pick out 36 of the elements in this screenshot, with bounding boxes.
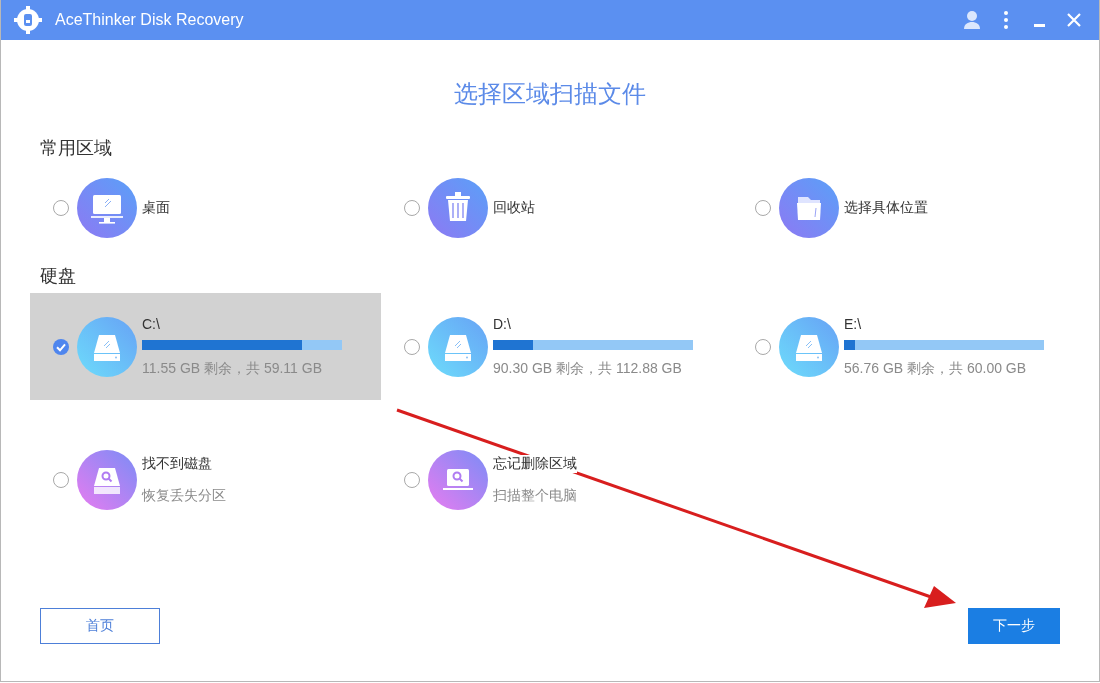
- folder-icon: [779, 178, 839, 238]
- trash-icon: [428, 178, 488, 238]
- option-label: 忘记删除区域: [493, 454, 577, 473]
- window-title: AceThinker Disk Recovery: [55, 11, 245, 29]
- radio-button[interactable]: [404, 200, 420, 216]
- radio-button[interactable]: [53, 471, 69, 488]
- option-description: 扫描整个电脑: [493, 486, 577, 505]
- radio-button[interactable]: [755, 200, 771, 216]
- disk-space-text: 90.30 GB 剩余，共 112.88 GB: [493, 359, 683, 378]
- monitor-icon: [77, 178, 137, 238]
- radio-button[interactable]: [755, 338, 771, 355]
- section-title: 硬盘: [40, 265, 77, 288]
- page-heading: 选择区域扫描文件: [453, 79, 647, 109]
- radio-button[interactable]: [53, 338, 69, 355]
- hard-drive-icon: [779, 316, 839, 377]
- disk-space-text: 56.76 GB 剩余，共 60.00 GB: [844, 359, 1028, 378]
- hard-drive-icon: [77, 316, 137, 377]
- home-button[interactable]: 首页: [40, 608, 160, 644]
- option-label: D:\: [493, 315, 511, 332]
- hard-drive-icon: [428, 316, 488, 377]
- section-title: 常用区域: [40, 137, 113, 160]
- option-label: 桌面: [142, 199, 170, 217]
- option-label: 回收站: [493, 199, 535, 217]
- radio-button[interactable]: [404, 338, 420, 355]
- radio-button[interactable]: [53, 200, 69, 216]
- option-label: C:\: [142, 315, 160, 332]
- radio-button[interactable]: [404, 471, 420, 488]
- laptop-search-icon: [428, 449, 488, 510]
- app-logo-icon: [13, 5, 43, 35]
- option-label: 找不到磁盘: [142, 454, 212, 473]
- disk-space-text: 11.55 GB 剩余，共 59.11 GB: [142, 359, 323, 378]
- option-label: 选择具体位置: [844, 199, 928, 217]
- option-label: E:\: [844, 315, 862, 332]
- next-button[interactable]: 下一步: [968, 608, 1060, 644]
- option-description: 恢复丢失分区: [142, 486, 226, 505]
- drive-search-icon: [77, 449, 137, 510]
